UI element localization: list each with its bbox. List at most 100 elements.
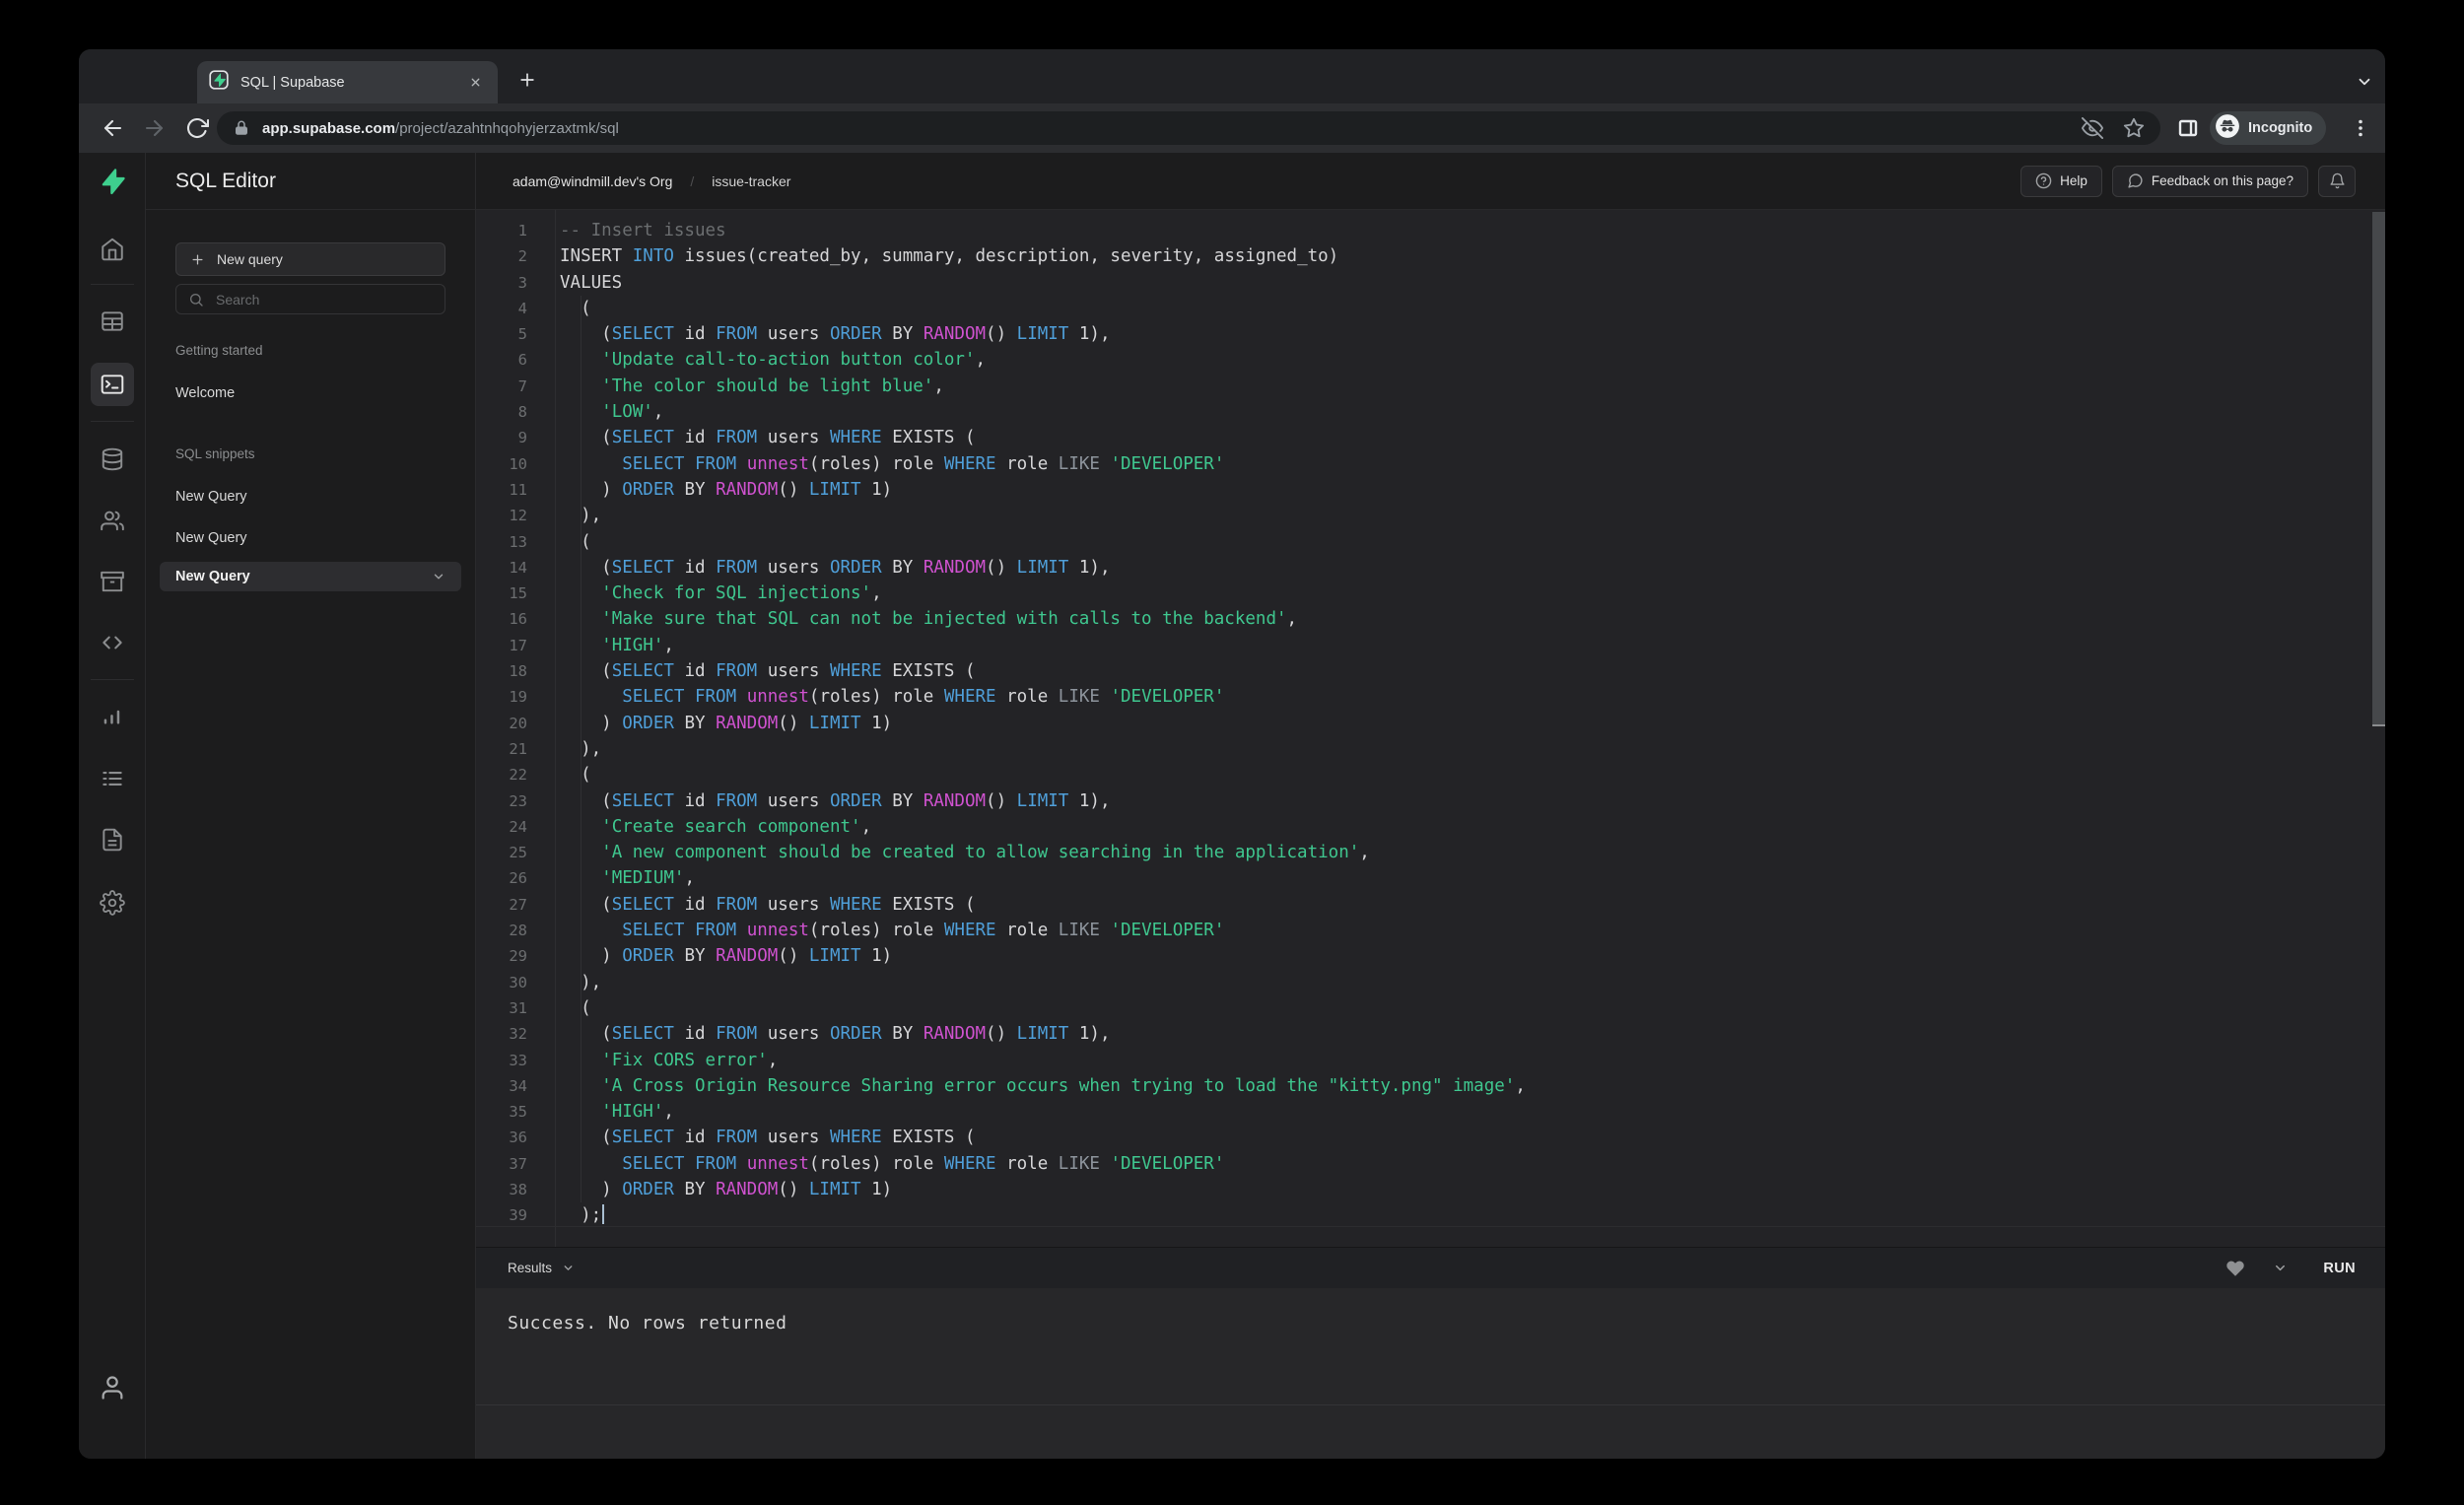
api-code-icon[interactable] [99, 629, 126, 656]
chevron-down-icon [432, 570, 445, 583]
reload-icon[interactable] [185, 116, 210, 140]
line-number: 4 [517, 299, 527, 317]
feedback-button[interactable]: Feedback on this page? [2111, 165, 2308, 197]
incognito-badge: Incognito [2210, 111, 2327, 145]
bookmark-star-icon[interactable] [2123, 117, 2145, 139]
browser-menu-icon[interactable] [2349, 116, 2372, 140]
line-number: 10 [509, 454, 527, 473]
docs-icon[interactable] [99, 826, 126, 854]
side-panel-icon[interactable] [2176, 116, 2200, 140]
line-number: 1 [517, 222, 527, 239]
save-options-chevron-icon[interactable] [2273, 1261, 2288, 1275]
code-line: 14 (SELECT id FROM users ORDER BY RANDOM… [476, 555, 2385, 581]
breadcrumb-separator: / [690, 172, 695, 189]
rail-divider [90, 679, 134, 680]
line-number: 27 [509, 895, 527, 914]
code-line: 25 'A new component should be created to… [476, 840, 2385, 865]
query-list-item[interactable]: New Query [160, 562, 461, 591]
settings-icon[interactable] [99, 889, 126, 917]
line-number: 15 [509, 584, 527, 603]
line-number: 21 [509, 739, 527, 758]
supabase-logo-icon[interactable] [99, 168, 126, 195]
query-list: Getting started Welcome SQL snippets New Qu… [146, 314, 475, 1459]
storage-icon[interactable] [99, 568, 126, 595]
results-message: Success. No rows returned [508, 1313, 787, 1334]
notifications-button[interactable] [2318, 165, 2356, 197]
line-number: 39 [509, 1206, 527, 1225]
tab-close-icon[interactable] [464, 72, 486, 94]
home-icon[interactable] [99, 236, 126, 263]
search-box[interactable] [175, 284, 445, 314]
chat-bubble-icon [2128, 173, 2143, 188]
new-query-button[interactable]: New query [175, 242, 445, 276]
results-divider [476, 1404, 2385, 1405]
breadcrumb-org[interactable]: adam@windmill.dev's Org [513, 173, 672, 189]
window-close-button[interactable] [181, 70, 198, 87]
browser-tab[interactable]: SQL | Supabase [197, 61, 498, 103]
help-button[interactable]: Help [2020, 165, 2102, 197]
code-line: 19 SELECT FROM unnest(roles) role WHERE … [476, 684, 2385, 710]
url-bar[interactable]: app.supabase.com/project/azahtnhqohyjerz… [217, 111, 2160, 145]
code-line: 13 ( [476, 529, 2385, 555]
code-line: 28 SELECT FROM unnest(roles) role WHERE … [476, 918, 2385, 943]
results-panel: Success. No rows returned [476, 1288, 2385, 1459]
line-number: 14 [509, 558, 527, 577]
query-list-item[interactable]: Welcome [146, 384, 475, 402]
code-line: 21 ), [476, 736, 2385, 762]
gutter-divider [555, 210, 556, 1247]
line-number: 24 [509, 817, 527, 836]
favorite-heart-icon[interactable] [2225, 1259, 2245, 1278]
run-button[interactable]: RUN [2323, 1261, 2356, 1276]
code-line: 31 ( [476, 995, 2385, 1021]
search-input[interactable] [216, 291, 433, 308]
chevron-down-icon [564, 1266, 573, 1270]
sql-editor-icon[interactable] [90, 363, 134, 406]
vertical-scrollbar-thumb[interactable] [2372, 212, 2385, 724]
code-line: 37 SELECT FROM unnest(roles) role WHERE … [476, 1151, 2385, 1177]
logs-icon[interactable] [99, 765, 126, 792]
table-editor-icon[interactable] [99, 308, 126, 335]
results-dropdown[interactable]: Results [508, 1261, 575, 1275]
auth-users-icon[interactable] [99, 507, 126, 534]
reports-icon[interactable] [99, 704, 126, 731]
supabase-app: SQL Editor New query Getting started Welc… [79, 153, 2385, 1459]
rail-divider [90, 284, 134, 285]
code-line: 10 SELECT FROM unnest(roles) role WHERE … [476, 451, 2385, 477]
tab-title: SQL | Supabase [240, 74, 345, 91]
query-list-item[interactable]: New Query [146, 529, 475, 547]
rail-divider [90, 421, 134, 422]
breadcrumb-project[interactable]: issue-tracker [712, 173, 790, 189]
url-host: app.supabase.com [262, 119, 396, 137]
forward-icon[interactable] [143, 116, 167, 140]
line-number: 11 [509, 480, 527, 499]
back-icon[interactable] [101, 116, 124, 140]
page-title: SQL Editor [146, 153, 475, 210]
line-number: 25 [509, 844, 527, 862]
code-line: 17 'HIGH', [476, 633, 2385, 658]
text-caret [602, 1204, 605, 1225]
code-line: 34 'A Cross Origin Resource Sharing erro… [476, 1073, 2385, 1099]
account-icon[interactable] [99, 1374, 126, 1402]
new-tab-icon[interactable] [513, 66, 541, 94]
eye-off-icon[interactable] [2082, 117, 2103, 139]
code-line: 1 -- Insert issues [476, 218, 2385, 243]
supabase-favicon-icon [209, 70, 229, 95]
code-line: 35 'HIGH', [476, 1099, 2385, 1125]
sql-editor[interactable]: 1 -- Insert issues 2 INSERT INTO issues(cre… [476, 210, 2385, 1247]
code-line: 30 ), [476, 970, 2385, 995]
query-panel: SQL Editor New query Getting started Welc… [146, 153, 476, 1459]
query-list-item[interactable]: New Query [146, 488, 475, 506]
section-label: Getting started [175, 343, 263, 358]
line-number: 28 [509, 922, 527, 940]
code-line: 32 (SELECT id FROM users ORDER BY RANDOM… [476, 1021, 2385, 1047]
bell-icon [2329, 172, 2345, 189]
database-icon[interactable] [99, 445, 126, 473]
line-number: 35 [509, 1103, 527, 1122]
code-line: 39 ); [476, 1202, 2385, 1228]
code-line: 4 ( [476, 296, 2385, 321]
tab-search-chevron-icon[interactable] [2352, 69, 2377, 95]
code-line: 12 ), [476, 503, 2385, 528]
code-line: 8 'LOW', [476, 399, 2385, 425]
code-line: 23 (SELECT id FROM users ORDER BY RANDOM… [476, 788, 2385, 814]
code-line: 29 ) ORDER BY RANDOM() LIMIT 1) [476, 943, 2385, 969]
